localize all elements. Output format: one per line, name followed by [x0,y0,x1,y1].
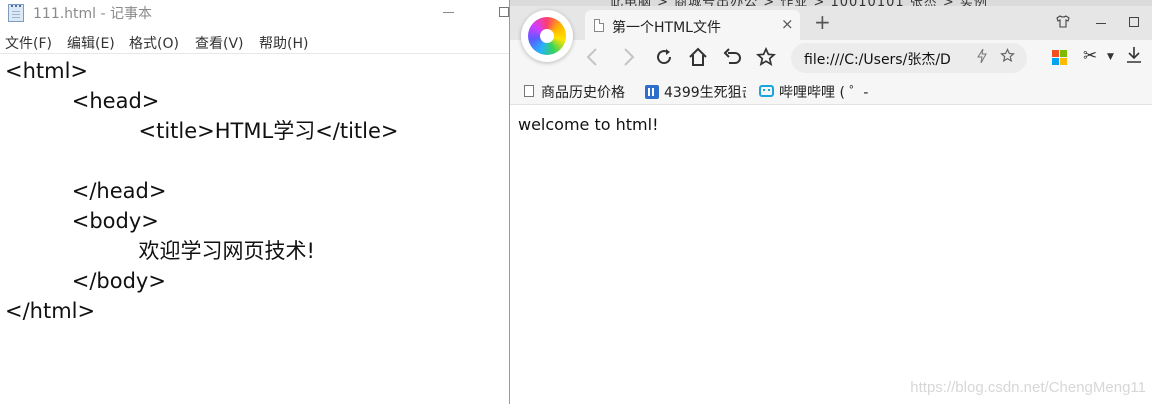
browser-logo-icon [528,17,566,55]
home-icon[interactable] [688,47,708,72]
menu-format[interactable]: 格式(O) [129,33,179,53]
code-line-body-open: <body> [5,209,159,233]
watermark: https://blog.csdn.net/ChengMeng11 [910,379,1146,396]
code-line-head-open: <head> [5,89,160,113]
notepad-window-title: 111.html - 记事本 [33,6,153,22]
browser-maximize-button[interactable] [1126,12,1142,32]
reload-icon[interactable] [654,47,674,72]
menu-file[interactable]: 文件(F) [5,33,52,53]
tab-strip: 第一个HTML文件 × + [510,6,1152,40]
browser-minimize-button[interactable] [1093,12,1109,32]
notepad-maximize-button[interactable] [493,0,510,26]
game-site-icon [645,85,659,99]
code-line-html-close: </html> [5,299,96,323]
code-line-body-close: </body> [5,269,166,293]
chevron-down-icon[interactable]: ▼ [1107,52,1114,62]
code-line-title: <title>HTML学习</title> [5,119,399,143]
url-text[interactable]: file:///C:/Users/张杰/D [804,49,964,69]
code-line-body-text: 欢迎学习网页技术! [5,239,315,263]
bookmarks-bar: 商品历史价格 4399生死狙击 哔哩哔哩 ( ゜- ゜) [510,79,1152,104]
tab-close-icon[interactable]: × [781,15,794,33]
tab-active[interactable]: 第一个HTML文件 × [585,10,800,40]
page-content: welcome to html! [510,105,1152,404]
code-line-html-open: <html> [5,59,89,83]
download-icon[interactable] [1126,46,1142,69]
back-icon[interactable] [585,47,599,72]
tab-title: 第一个HTML文件 [612,20,721,36]
screenshot-scissors-icon[interactable]: ✂ [1083,46,1097,66]
page-icon [524,85,534,97]
code-line-head-close: </head> [5,179,167,203]
undo-icon[interactable] [722,47,742,72]
bookmark-item[interactable]: 哔哩哔哩 ( ゜- ゜) [779,82,869,102]
bookmark-item[interactable]: 4399生死狙击 [664,82,746,102]
skin-icon[interactable] [1056,14,1070,32]
forward-icon[interactable] [622,47,636,72]
apps-grid-icon[interactable] [1052,50,1068,66]
page-icon [594,19,604,32]
browser-window: 此电脑 > 商城号出办公 > 作业 > 10010101 张杰 > 实例 第一个… [509,0,1152,404]
bilibili-icon [759,85,774,97]
address-bar[interactable]: file:///C:/Users/张杰/D [791,43,1027,73]
notepad-menubar: 文件(F) 编辑(E) 格式(O) 查看(V) 帮助(H) [0,32,510,52]
lightning-icon[interactable] [977,48,987,67]
browser-toolbar-area: 第一个HTML文件 × + file:///C:/Users/张杰/D ✂ ▼ … [510,6,1152,104]
menu-help[interactable]: 帮助(H) [259,33,308,53]
notepad-window: 111.html - 记事本 文件(F) 编辑(E) 格式(O) 查看(V) 帮… [0,0,510,404]
menu-view[interactable]: 查看(V) [195,33,244,53]
page-body-text: welcome to html! [518,115,659,134]
menubar-divider [0,53,510,54]
menu-edit[interactable]: 编辑(E) [67,33,115,53]
new-tab-button[interactable]: + [814,11,831,33]
notepad-app-icon [8,4,24,22]
notepad-titlebar: 111.html - 记事本 [0,0,510,26]
favorites-star-icon[interactable] [755,46,777,72]
notepad-text-area[interactable]: <html> <head> <title>HTML学习</title> </he… [0,56,510,404]
browser-logo[interactable] [521,10,573,62]
bookmark-item[interactable]: 商品历史价格 [541,82,631,102]
bookmark-star-icon[interactable] [1000,48,1015,67]
notepad-minimize-button[interactable] [437,0,461,26]
